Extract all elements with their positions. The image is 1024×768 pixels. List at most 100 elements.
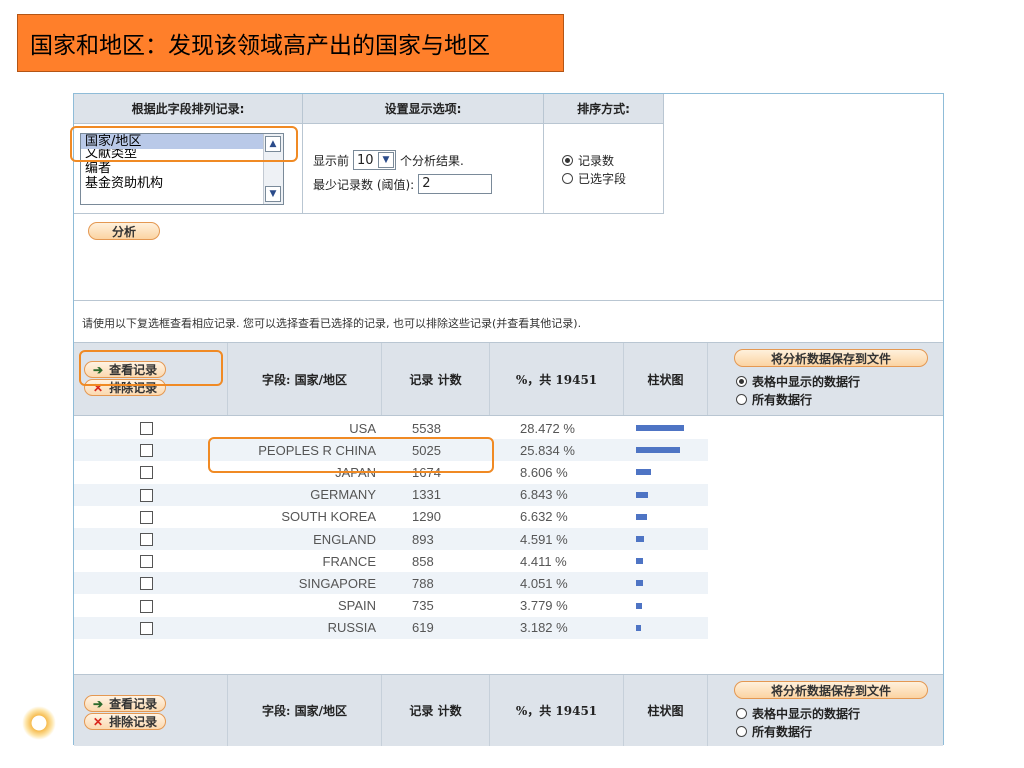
radio-icon[interactable] [736, 708, 747, 719]
save-all-rows-option[interactable]: 所有数据行 [736, 391, 812, 408]
count-cell: 788 [412, 575, 434, 591]
save-displayed-rows-option[interactable]: 表格中显示的数据行 [736, 705, 860, 722]
country-cell: ENGLAND [313, 531, 376, 547]
display-options-header: 设置显示选项: [303, 94, 544, 124]
count-cell: 619 [412, 620, 434, 636]
country-cell: USA [349, 420, 376, 436]
scroll-down-icon[interactable]: ▼ [265, 186, 281, 202]
row-checkbox[interactable] [140, 621, 153, 635]
bar-mark [636, 513, 647, 520]
bar-cell [636, 484, 648, 506]
table-row: PEOPLES R CHINA 5025 25.834 % [74, 439, 708, 462]
table-row: SINGAPORE 788 4.051 % [74, 572, 708, 595]
view-records-button[interactable]: ➔ 查看记录 [84, 695, 167, 712]
row-checkbox[interactable] [140, 444, 153, 458]
bar-cell [636, 572, 643, 594]
count-cell: 858 [412, 553, 434, 569]
save-options-header: 将分析数据保存到文件 表格中显示的数据行 所有数据行 [708, 675, 943, 746]
percent-column-header: %，共 19451 [490, 343, 624, 415]
row-checkbox[interactable] [140, 555, 153, 569]
field-listbox[interactable]: 国家/地区 文献类型 编者 基金资助机构 ▲ ▼ [80, 133, 284, 205]
country-cell: JAPAN [335, 464, 376, 480]
field-column-header: 字段: 国家/地区 [228, 675, 382, 746]
exclude-records-label: 排除记录 [109, 715, 158, 729]
min-records-input[interactable]: 2 [418, 174, 493, 194]
percent-cell: 28.472 % [520, 420, 575, 436]
sort-field-header: 根据此字段排列记录: [74, 94, 303, 124]
sort-order-header: 排序方式: [544, 94, 664, 124]
show-top-select[interactable]: 10 ▼ [353, 150, 397, 170]
bar-column-header: 柱状图 [624, 675, 708, 746]
sort-order-cell: 记录数 已选字段 [544, 124, 664, 214]
country-cell: RUSSIA [327, 620, 376, 636]
list-item[interactable]: 基金资助机构 [81, 176, 283, 191]
list-item[interactable]: 国家/地区 [81, 134, 263, 149]
view-records-button[interactable]: ➔ 查看记录 [84, 361, 167, 378]
table-row: USA 5538 28.472 % [74, 417, 708, 439]
count-cell: 893 [412, 531, 434, 547]
listbox-scrollbar[interactable]: ▲ ▼ [263, 134, 283, 204]
list-item[interactable]: 编者 [81, 161, 283, 176]
row-checkbox[interactable] [140, 488, 153, 502]
sort-by-field-option[interactable]: 已选字段 [562, 170, 626, 187]
bar-mark [636, 624, 641, 631]
radio-icon[interactable] [562, 173, 573, 184]
save-to-file-button[interactable]: 将分析数据保存到文件 [734, 349, 928, 367]
exclude-records-button[interactable]: ✕ 排除记录 [84, 713, 167, 730]
bar-cell [636, 550, 643, 572]
min-records-label: 最少记录数 (阈值): [313, 177, 415, 192]
percent-cell: 4.591 % [520, 531, 568, 547]
table-row: SPAIN 735 3.779 % [74, 595, 708, 617]
bar-cell [636, 417, 684, 439]
radio-selected-icon[interactable] [562, 155, 573, 166]
exclude-records-button[interactable]: ✕ 排除记录 [84, 379, 167, 396]
scroll-up-icon[interactable]: ▲ [265, 136, 281, 152]
country-cell: FRANCE [322, 553, 376, 569]
arrow-right-icon: ➔ [93, 362, 104, 377]
bar-cell [636, 617, 641, 639]
bar-cell [636, 528, 644, 550]
sort-by-count-option[interactable]: 记录数 [562, 152, 614, 169]
row-checkbox[interactable] [140, 577, 153, 591]
instruction-text: 请使用以下复选框查看相应记录. 您可以选择查看已选择的记录, 也可以排除这些记录… [82, 317, 582, 330]
percent-cell: 3.182 % [520, 620, 568, 636]
list-item[interactable]: 文献类型 [81, 149, 283, 161]
chevron-down-icon[interactable]: ▼ [378, 152, 395, 168]
country-cell: SPAIN [337, 598, 376, 614]
row-checkbox[interactable] [140, 599, 153, 613]
row-checkbox[interactable] [140, 466, 153, 480]
save-to-file-button[interactable]: 将分析数据保存到文件 [734, 681, 928, 699]
table-row: JAPAN 1674 8.606 % [74, 461, 708, 483]
section-divider [74, 300, 943, 301]
arrow-right-icon: ➔ [93, 696, 104, 711]
row-checkbox[interactable] [140, 510, 153, 524]
count-column-header: 记录 计数 [382, 675, 490, 746]
country-cell: SOUTH KOREA [281, 509, 376, 525]
bar-mark [636, 469, 651, 476]
bar-mark [636, 558, 643, 565]
show-top-suffix: 个分析结果. [400, 153, 464, 168]
show-top-value: 10 [357, 152, 374, 168]
radio-selected-icon[interactable] [736, 376, 747, 387]
save-all-rows-label: 所有数据行 [752, 725, 813, 739]
analyze-button[interactable]: 分析 [88, 222, 160, 240]
sort-by-count-label: 记录数 [578, 154, 615, 168]
bar-column-header: 柱状图 [624, 343, 708, 415]
percent-cell: 25.834 % [520, 442, 575, 458]
record-actions-header: ➔ 查看记录 ✕ 排除记录 [74, 343, 228, 415]
bar-cell [636, 439, 680, 461]
save-all-rows-option[interactable]: 所有数据行 [736, 723, 812, 740]
row-checkbox[interactable] [140, 422, 153, 435]
table-header-top: ➔ 查看记录 ✕ 排除记录 字段: 国家/地区 记录 计数 %，共 19451 … [74, 342, 943, 416]
radio-icon[interactable] [736, 394, 747, 405]
count-cell: 1331 [412, 487, 441, 503]
save-displayed-rows-label: 表格中显示的数据行 [752, 707, 861, 721]
row-checkbox[interactable] [140, 533, 153, 546]
bar-mark [636, 602, 642, 609]
save-displayed-rows-option[interactable]: 表格中显示的数据行 [736, 373, 860, 390]
close-icon: ✕ [93, 714, 104, 729]
radio-icon[interactable] [736, 726, 747, 737]
sort-field-cell: 国家/地区 文献类型 编者 基金资助机构 ▲ ▼ [74, 124, 303, 214]
bar-cell [636, 461, 651, 483]
exclude-records-label: 排除记录 [109, 381, 158, 395]
